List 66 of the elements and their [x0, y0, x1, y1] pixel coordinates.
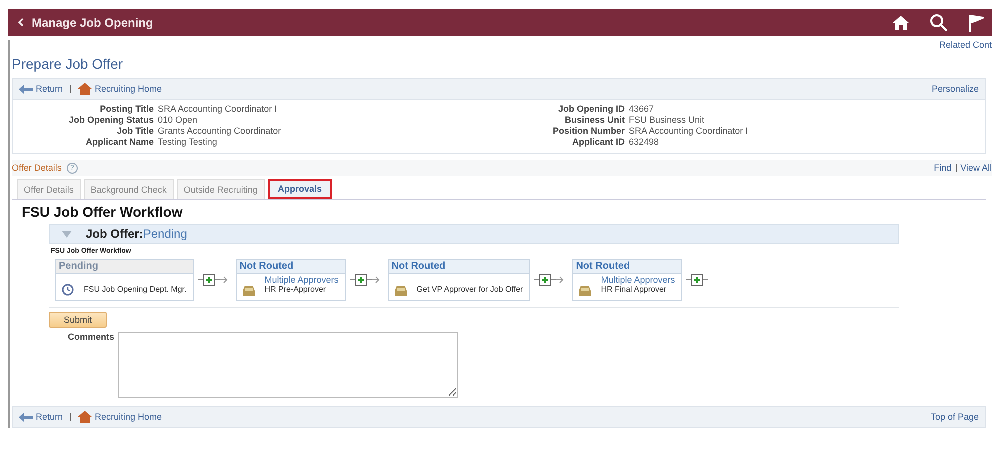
return-link[interactable]: Return: [36, 84, 64, 94]
field-value: 010 Open: [158, 115, 199, 125]
return-link[interactable]: Return: [36, 412, 64, 422]
submit-button[interactable]: Submit: [49, 312, 108, 328]
comments-field[interactable]: [118, 332, 458, 398]
field-label: Job Opening Status: [69, 115, 154, 125]
view-all-link[interactable]: View All: [960, 163, 992, 173]
step-status: Pending: [56, 260, 193, 274]
field-label: Business Unit: [564, 115, 626, 125]
tab[interactable]: Background Check: [84, 179, 174, 199]
recruiting-home-link[interactable]: Recruiting Home: [95, 412, 162, 422]
tab[interactable]: Outside Recruiting: [176, 179, 265, 199]
field-label: Job Opening ID: [558, 104, 626, 114]
back-chevron-icon: [18, 18, 24, 27]
add-approver-icon[interactable]: [534, 274, 556, 286]
field-value: 632498: [629, 137, 660, 147]
step-name: HR Pre-Approver: [264, 285, 328, 294]
return-arrow-icon: [19, 412, 33, 422]
recruiting-home-link[interactable]: Recruiting Home: [95, 84, 162, 94]
house-icon: [78, 411, 92, 423]
workflow-title: FSU Job Offer Workflow: [22, 204, 184, 220]
field-label: Job Title: [116, 126, 154, 136]
field-value: 43667: [629, 104, 656, 114]
tab[interactable]: Offer Details: [17, 179, 81, 199]
home-icon[interactable]: [892, 14, 910, 30]
flag-icon[interactable]: [968, 14, 984, 32]
field-label: Applicant ID: [572, 137, 626, 147]
tab[interactable]: Approvals: [268, 179, 332, 199]
personalize-link[interactable]: Personalize: [932, 84, 979, 94]
multiple-approvers-link[interactable]: Multiple Approvers: [264, 275, 339, 285]
panel-heading: Job Offer:Pending: [86, 227, 188, 241]
add-approver-icon[interactable]: [198, 274, 220, 286]
field-value: FSU Business Unit: [629, 115, 706, 125]
step-status: Not Routed: [388, 260, 530, 274]
add-approver-icon[interactable]: [350, 274, 372, 286]
step-name: FSU Job Opening Dept. Mgr.: [84, 285, 187, 294]
comments-label: Comments: [68, 332, 115, 344]
back-button[interactable]: Manage Job Opening: [18, 16, 154, 30]
field-label: Applicant Name: [85, 137, 154, 147]
field-value: SRA Accounting Coordinator I: [158, 104, 278, 114]
step-status: Not Routed: [236, 260, 345, 274]
top-of-page-link[interactable]: Top of Page: [930, 412, 979, 422]
step-name: HR Final Approver: [601, 285, 668, 294]
add-approver-icon[interactable]: [686, 274, 708, 286]
field-value: Grants Accounting Coordinator: [158, 126, 282, 136]
page-title: Prepare Job Offer: [12, 56, 124, 72]
house-icon: [78, 83, 92, 95]
inbox-icon: [394, 286, 407, 296]
field-label: Position Number: [553, 126, 626, 136]
arrow-icon: [556, 276, 564, 284]
return-arrow-icon: [19, 84, 33, 94]
step-name: Get VP Approver for Job Offer: [416, 285, 524, 294]
arrow-icon: [372, 276, 380, 284]
related-content-link[interactable]: Related Cont: [939, 40, 992, 50]
inbox-icon: [579, 286, 592, 296]
step-status: Not Routed: [573, 260, 682, 274]
arrow-icon: [220, 276, 228, 284]
field-label: Posting Title: [99, 104, 154, 114]
field-value: SRA Accounting Coordinator I: [629, 126, 748, 136]
search-icon[interactable]: [930, 14, 948, 32]
find-link[interactable]: Find: [934, 163, 952, 173]
clock-icon: [62, 284, 74, 296]
multiple-approvers-link[interactable]: Multiple Approvers: [601, 275, 676, 285]
inbox-icon: [242, 286, 255, 296]
field-value: Testing Testing: [158, 137, 218, 147]
section-title: Offer Details: [12, 163, 62, 173]
